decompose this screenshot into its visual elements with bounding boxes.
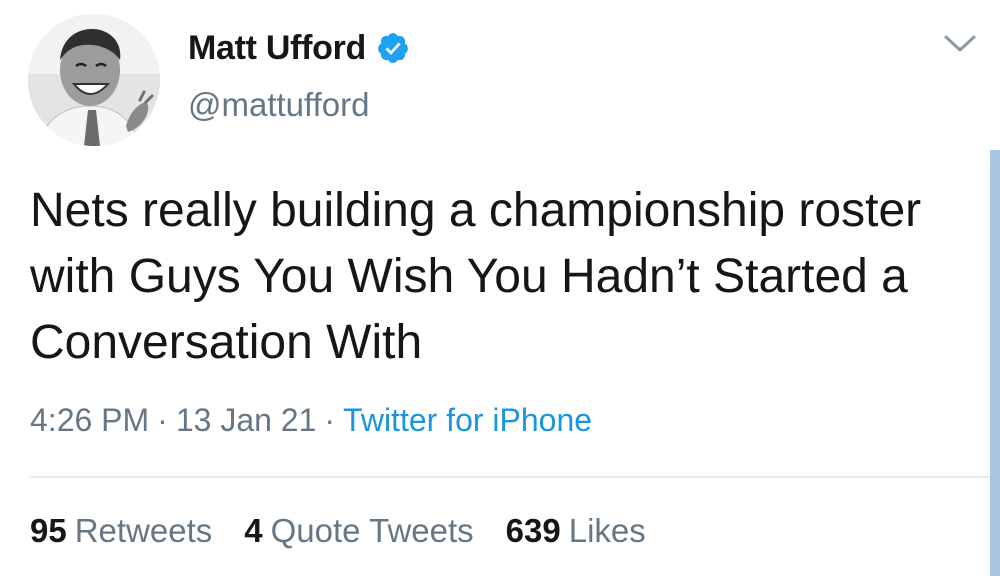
- retweets-stat[interactable]: 95 Retweets: [30, 512, 212, 550]
- display-name[interactable]: Matt Ufford: [188, 29, 366, 68]
- verified-badge-icon: [376, 31, 410, 65]
- meta-separator: ·: [324, 402, 336, 438]
- likes-count: 639: [505, 512, 561, 549]
- avatar[interactable]: [28, 14, 160, 146]
- likes-stat[interactable]: 639 Likes: [506, 512, 646, 550]
- retweets-label: Retweets: [74, 512, 213, 549]
- likes-label: Likes: [568, 512, 646, 549]
- tweet-text: Nets really building a championship rost…: [30, 184, 922, 369]
- chevron-down-icon: [944, 35, 976, 52]
- meta-separator: ·: [157, 402, 168, 438]
- tweet-card: Matt Ufford @mattufford Nets really buil…: [0, 0, 1000, 576]
- more-options-button[interactable]: [940, 28, 980, 58]
- tweet-date[interactable]: 13 Jan 21: [176, 402, 317, 438]
- tweet-stats: 95 Retweets 4 Quote Tweets 639 Likes: [30, 512, 646, 550]
- quote-tweets-label: Quote Tweets: [270, 512, 474, 549]
- tweet-time[interactable]: 4:26 PM: [30, 402, 149, 438]
- user-handle[interactable]: @mattufford: [188, 86, 369, 124]
- scrollbar[interactable]: [990, 150, 1000, 576]
- divider: [30, 476, 1000, 478]
- quote-tweets-stat[interactable]: 4 Quote Tweets: [244, 512, 473, 550]
- avatar-photo: [28, 14, 160, 146]
- tweet-source-link[interactable]: Twitter for iPhone: [343, 402, 592, 438]
- tweet-meta: 4:26 PM · 13 Jan 21 · Twitter for iPhone: [30, 402, 592, 439]
- retweets-count: 95: [30, 512, 67, 549]
- quote-tweets-count: 4: [244, 512, 263, 549]
- author-name-row: Matt Ufford: [188, 24, 410, 72]
